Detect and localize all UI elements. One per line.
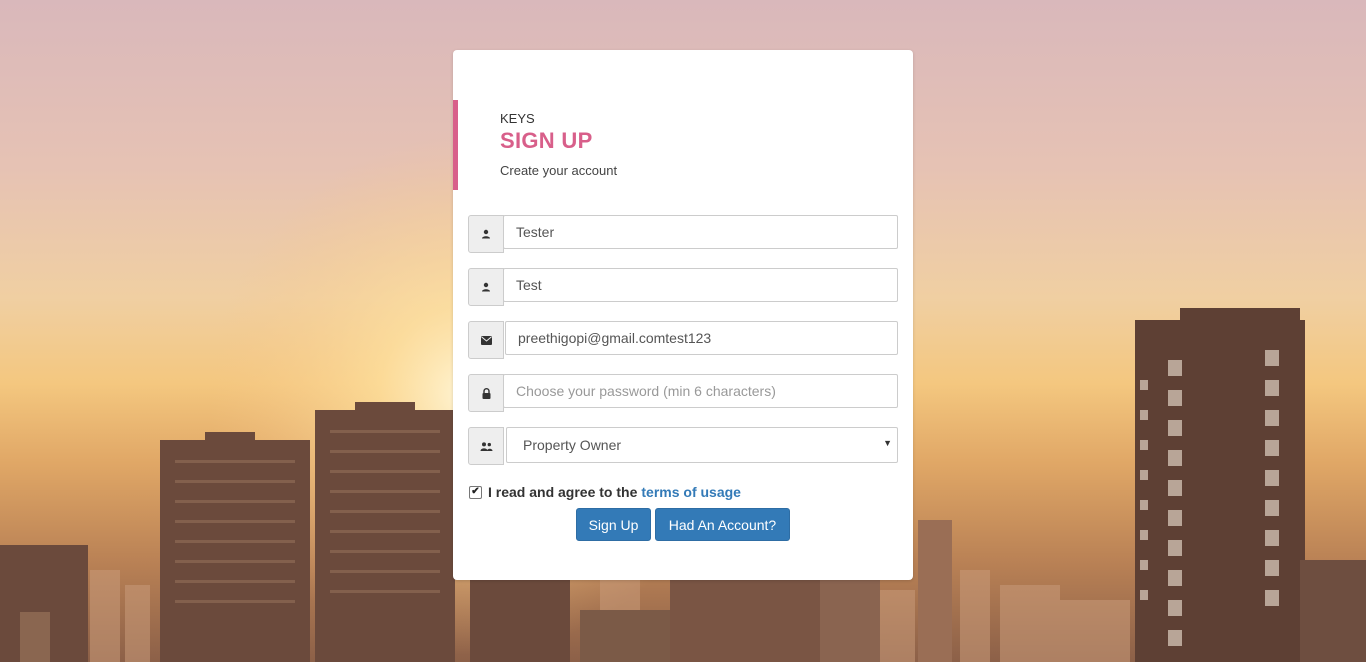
had-account-button[interactable]: Had An Account? bbox=[655, 508, 790, 541]
email-input[interactable] bbox=[505, 321, 898, 355]
email-group bbox=[468, 321, 898, 359]
accent-bar bbox=[453, 100, 458, 190]
terms-row: ✔ I read and agree to the terms of usage bbox=[469, 484, 741, 500]
password-input[interactable] bbox=[503, 374, 898, 408]
page-subtitle: Create your account bbox=[500, 163, 618, 178]
envelope-icon bbox=[468, 321, 504, 359]
terms-link[interactable]: terms of usage bbox=[641, 484, 741, 500]
sign-up-button[interactable]: Sign Up bbox=[576, 508, 651, 541]
terms-checkbox[interactable]: ✔ bbox=[469, 485, 482, 499]
first-name-input[interactable] bbox=[503, 215, 898, 249]
chevron-down-icon: ▼ bbox=[883, 438, 892, 448]
page-title: SIGN UP bbox=[500, 128, 593, 153]
brand-label: KEYS bbox=[500, 111, 535, 126]
user-icon bbox=[468, 268, 504, 306]
role-select-value: Property Owner bbox=[523, 437, 622, 453]
users-icon bbox=[468, 427, 504, 465]
last-name-input[interactable] bbox=[503, 268, 898, 302]
first-name-group bbox=[468, 215, 898, 253]
terms-text: I read and agree to the bbox=[488, 484, 638, 500]
role-group: Property Owner ▼ bbox=[468, 427, 898, 465]
last-name-group bbox=[468, 268, 898, 306]
signup-card: KEYS SIGN UP Create your account Tester … bbox=[453, 50, 913, 580]
lock-icon bbox=[468, 374, 504, 412]
user-icon bbox=[468, 215, 504, 253]
password-group bbox=[468, 374, 898, 412]
role-select[interactable]: Property Owner ▼ bbox=[506, 427, 898, 463]
